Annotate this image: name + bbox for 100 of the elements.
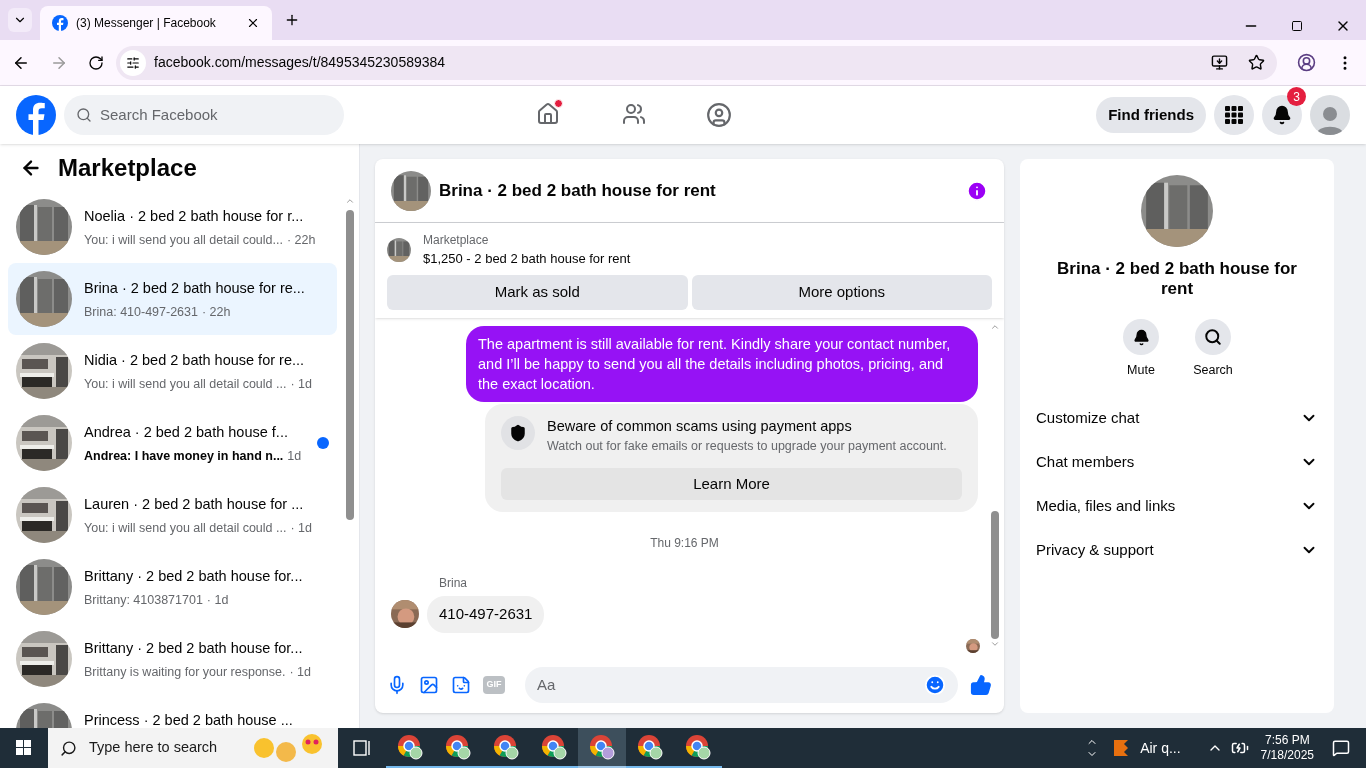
grid-icon bbox=[1225, 106, 1243, 124]
bell-icon bbox=[1132, 328, 1150, 346]
notification-badge: 3 bbox=[1287, 87, 1306, 106]
photo-icon[interactable] bbox=[419, 675, 439, 695]
learn-more-button[interactable]: Learn More bbox=[501, 468, 962, 500]
bell-icon bbox=[1272, 105, 1292, 125]
tab-list-button[interactable] bbox=[8, 8, 32, 32]
message-time: · 22h bbox=[202, 303, 231, 321]
message-preview: Andrea: I have money in hand n... bbox=[84, 447, 284, 465]
profile-icon[interactable] bbox=[1297, 53, 1316, 72]
message-preview: Brittany is waiting for your response. bbox=[84, 663, 286, 681]
address-bar[interactable]: facebook.com/messages/t/8495345230589384 bbox=[116, 45, 1277, 80]
conversation-title: Princess · 2 bed 2 bath house ... bbox=[84, 711, 294, 728]
message-preview: Brina: 410-497-2631 bbox=[84, 303, 198, 321]
message-time: · 1d bbox=[289, 663, 312, 681]
listing-title: $1,250 - 2 bed 2 bath house for rent bbox=[423, 250, 631, 268]
home-icon[interactable] bbox=[536, 102, 560, 126]
search-placeholder: Type here to search bbox=[89, 738, 219, 758]
facebook-logo-icon bbox=[52, 15, 68, 31]
message-preview: You: i will send you all detail could ... bbox=[84, 375, 287, 393]
search-field[interactable]: Search Facebook bbox=[64, 95, 344, 135]
conversation-item[interactable]: Lauren · 2 bed 2 bath house for ... You: i will send you all detail could ... · 1d bbox=[8, 479, 337, 551]
weather-text[interactable]: Air q... bbox=[1140, 737, 1181, 759]
message-input[interactable]: Aa bbox=[537, 673, 924, 697]
received-message: 410-497-2631 bbox=[427, 596, 545, 633]
conversation-title: Noelia · 2 bed 2 bath house for r... bbox=[84, 207, 305, 226]
clock-time: 7:56 PM bbox=[1264, 733, 1310, 748]
reload-icon[interactable] bbox=[88, 54, 104, 71]
conversation-title: Brittany · 2 bed 2 bath house for... bbox=[84, 639, 304, 658]
browser-icon bbox=[589, 734, 615, 760]
sender-name: Brina bbox=[439, 575, 468, 592]
taskbar-search-field[interactable]: Type here to search bbox=[48, 728, 338, 768]
message-time: 1d bbox=[287, 447, 302, 465]
url-text: facebook.com/messages/t/8495345230589384 bbox=[154, 53, 447, 72]
message-field[interactable]: Aa bbox=[525, 667, 958, 703]
sent-message: The apartment is still available for rent. Kindly share your contact number, and I’ll be happy to send you all the details including photos, pricing, and the exact location. bbox=[466, 325, 978, 402]
search-button[interactable]: Search bbox=[1189, 319, 1237, 380]
mute-button[interactable]: Mute bbox=[1117, 319, 1165, 380]
details-section[interactable]: Chat members bbox=[1036, 439, 1318, 484]
search-icon bbox=[1204, 328, 1222, 346]
browser-icon bbox=[397, 734, 423, 760]
thumbs-up-icon[interactable] bbox=[970, 674, 992, 696]
info-icon[interactable] bbox=[966, 179, 988, 202]
menu-button[interactable] bbox=[1214, 95, 1254, 135]
message-preview: Brittany: 4103871701 bbox=[84, 591, 203, 609]
browser-icon bbox=[493, 734, 519, 760]
message-timestamp: Thu 9:16 PM bbox=[650, 535, 719, 552]
listing-source: Marketplace bbox=[423, 232, 490, 249]
conversation-title: Andrea · 2 bed 2 bath house f... bbox=[84, 423, 289, 442]
warning-text: Watch out for fake emails or requests to upgrade your payment account. bbox=[547, 438, 947, 456]
browser-taskbar-icon[interactable] bbox=[578, 728, 626, 768]
details-section[interactable]: Media, files and links bbox=[1036, 483, 1318, 528]
site-settings-icon[interactable] bbox=[126, 55, 140, 70]
conversation-item[interactable]: Nidia · 2 bed 2 bath house for re... You: i will send you all detail could ... · 1d bbox=[8, 335, 337, 407]
find-friends-button[interactable]: Find friends bbox=[1096, 97, 1206, 133]
notification-center-icon[interactable] bbox=[1332, 739, 1350, 757]
close-icon[interactable] bbox=[246, 16, 260, 30]
browser-icon bbox=[685, 734, 711, 760]
groups-icon[interactable] bbox=[706, 102, 732, 128]
conversation-title: Nidia · 2 bed 2 bath house for re... bbox=[84, 351, 306, 370]
search-icon bbox=[60, 739, 77, 757]
browser-icon bbox=[445, 734, 471, 760]
details-section[interactable]: Privacy & support bbox=[1036, 527, 1318, 572]
conversation-item[interactable]: Brina · 2 bed 2 bath house for re... Brina: 410-497-2631 · 22h bbox=[8, 263, 337, 335]
sidebar-title: Marketplace bbox=[58, 152, 197, 183]
browser-icon bbox=[637, 734, 663, 760]
new-tab-icon[interactable] bbox=[284, 12, 300, 28]
account-button[interactable] bbox=[1310, 95, 1350, 135]
browser-icon bbox=[541, 734, 567, 760]
bookmark-star-icon[interactable] bbox=[1248, 54, 1265, 71]
conversation-item[interactable]: Noelia · 2 bed 2 bath house for r... You: i will send you all detail could... · 22h bbox=[8, 191, 337, 263]
listing-action-button[interactable]: More options bbox=[691, 274, 992, 310]
browser-tab[interactable]: (3) Messenger | Facebook bbox=[40, 6, 272, 40]
conversation-item[interactable]: Brittany · 2 bed 2 bath house for... Brittany is waiting for your response. · 1d bbox=[8, 623, 337, 695]
message-time: · 1d bbox=[206, 591, 229, 609]
conversation-item[interactable]: Brittany · 2 bed 2 bath house for... Brittany: 4103871701 · 1d bbox=[8, 551, 337, 623]
friends-icon[interactable] bbox=[622, 102, 646, 126]
message-preview: You: i will send you all detail could... bbox=[84, 231, 283, 249]
microphone-icon[interactable] bbox=[387, 675, 407, 695]
facebook-logo-icon[interactable] bbox=[16, 95, 56, 135]
install-icon[interactable] bbox=[1211, 54, 1228, 71]
tab-title: (3) Messenger | Facebook bbox=[76, 15, 217, 32]
search-icon bbox=[76, 107, 92, 123]
clock-date: 7/18/2025 bbox=[1260, 748, 1314, 763]
message-preview: You: i will send you all detail could ... bbox=[84, 519, 287, 537]
maximize-icon[interactable] bbox=[1291, 20, 1303, 32]
message-time: · 22h bbox=[286, 231, 316, 249]
chat-title: Brina · 2 bed 2 bath house for rent bbox=[439, 179, 717, 202]
conversation-title: Lauren · 2 bed 2 bath house for ... bbox=[84, 495, 305, 514]
warning-title: Beware of common scams using payment apps bbox=[547, 416, 853, 436]
details-section[interactable]: Customize chat bbox=[1036, 395, 1318, 440]
listing-action-button[interactable]: Mark as sold bbox=[387, 274, 688, 310]
sticker-icon[interactable] bbox=[451, 675, 471, 695]
shield-icon bbox=[509, 423, 527, 442]
search-input[interactable]: Search Facebook bbox=[100, 103, 320, 127]
message-time: · 1d bbox=[290, 375, 312, 393]
conversation-item[interactable]: Andrea · 2 bed 2 bath house f... Andrea: I have money in hand n... 1d bbox=[8, 407, 337, 479]
emoji-icon[interactable] bbox=[924, 674, 946, 696]
conversation-name: Brina · 2 bed 2 bath house for rent bbox=[1057, 259, 1297, 299]
conversation-title: Brina · 2 bed 2 bath house for re... bbox=[84, 279, 306, 298]
